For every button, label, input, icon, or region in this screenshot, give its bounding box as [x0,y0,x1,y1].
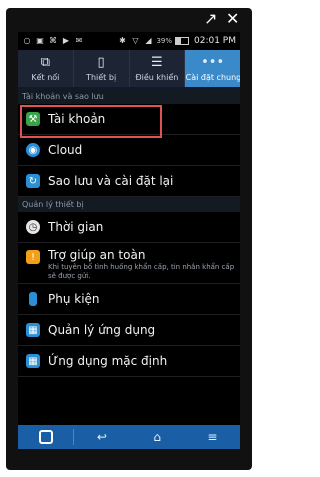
nav-home-button[interactable]: ⌂ [130,430,185,444]
tab-label: Điều khiển [135,73,179,82]
battery-icon [175,37,189,45]
item-label: Ứng dụng mặc định [48,354,168,368]
section-header-device-management: Quản lý thiết bị [18,197,240,212]
menu-icon: ≡ [207,430,218,444]
home-icon: ⌂ [153,430,161,444]
tab-label: Kết nối [31,73,60,82]
signal-icon: ◢ [145,36,152,45]
settings-item-backup-reset[interactable]: ↻ Sao lưu và cài đặt lại [18,166,240,197]
settings-item-accessories[interactable]: Phụ kiện [18,284,240,315]
battery-percent: 39% [156,37,172,45]
default-apps-icon: ▦ [26,354,40,368]
close-icon[interactable]: ✕ [226,11,239,27]
item-label: Cloud [48,143,83,157]
connection-icon: ⧉ [40,55,51,70]
play-store-icon: ▶ [62,36,70,45]
back-icon: ↩ [96,430,107,444]
clock-time: 02:01 PM [194,36,236,46]
item-label: Phụ kiện [48,292,100,306]
sliders-icon: ☰ [151,55,163,70]
clock-icon: ◷ [26,220,40,234]
nav-back-button[interactable]: ↩ [74,430,129,444]
bluetooth-icon: ✱ [119,36,126,45]
settings-item-cloud[interactable]: ◉ Cloud [18,135,240,166]
highlight-box [20,105,162,138]
app-switch-icon [38,430,53,444]
navigation-bar: ↩ ⌂ ≡ [18,425,240,449]
section-header-accounts: Tài khoản và sao lưu [18,89,240,104]
settings-item-application-manager[interactable]: ▦ Quản lý ứng dụng [18,315,240,346]
status-bar: ○ ▣ ⌘ ▶ ✉ ✱ ▽ ◢ 39% 02:01 PM [18,32,240,50]
nav-app-button[interactable] [18,430,73,444]
wifi-icon: ▽ [132,36,139,45]
tab-device[interactable]: ▯ Thiết bị [74,50,130,87]
phone-screen: ○ ▣ ⌘ ▶ ✉ ✱ ▽ ◢ 39% 02:01 PM ⧉ Kết nối ▯… [18,32,240,449]
apps-icon: ▦ [26,323,40,337]
accessory-icon [29,292,37,306]
item-subtitle: Khi tuyên bố tình huống khẩn cấp, tin nh… [48,263,235,280]
tab-label: Cài đặt chung [185,73,240,82]
frame-toolbar: ↗ ✕ [6,8,252,32]
item-text: Trợ giúp an toàn Khi tuyên bố tình huống… [48,248,240,281]
open-external-icon[interactable]: ↗ [204,11,217,27]
cloud-icon: ◉ [26,143,40,157]
item-label: Sao lưu và cài đặt lại [48,174,174,188]
item-label: Quản lý ứng dụng [48,323,156,337]
settings-item-accounts[interactable]: ⚒ Tài khoản [18,104,240,138]
tab-connections[interactable]: ⧉ Kết nối [18,50,74,87]
notification-icon: ○ [23,36,31,45]
item-label: Trợ giúp an toàn [48,248,146,262]
alert-icon: ! [26,250,40,264]
usb-icon: ⌘ [49,36,57,45]
settings-tabs: ⧉ Kết nối ▯ Thiết bị ☰ Điều khiển ••• Cà… [18,50,240,89]
nav-recent-button[interactable]: ≡ [185,430,240,444]
image-icon: ▣ [36,36,44,45]
more-icon: ••• [201,55,225,70]
settings-item-safety-assistance[interactable]: ! Trợ giúp an toàn Khi tuyên bố tình huố… [18,243,240,284]
tab-label: Thiết bị [86,73,117,82]
settings-item-default-apps[interactable]: ▦ Ứng dụng mặc định [18,346,240,377]
tab-controls[interactable]: ☰ Điều khiển [130,50,186,87]
mail-icon: ✉ [75,36,83,45]
phone-icon: ▯ [97,55,105,70]
settings-item-time[interactable]: ◷ Thời gian [18,212,240,243]
backup-icon: ↻ [26,174,40,188]
item-label: Thời gian [48,220,104,234]
tab-general[interactable]: ••• Cài đặt chung [185,50,240,87]
